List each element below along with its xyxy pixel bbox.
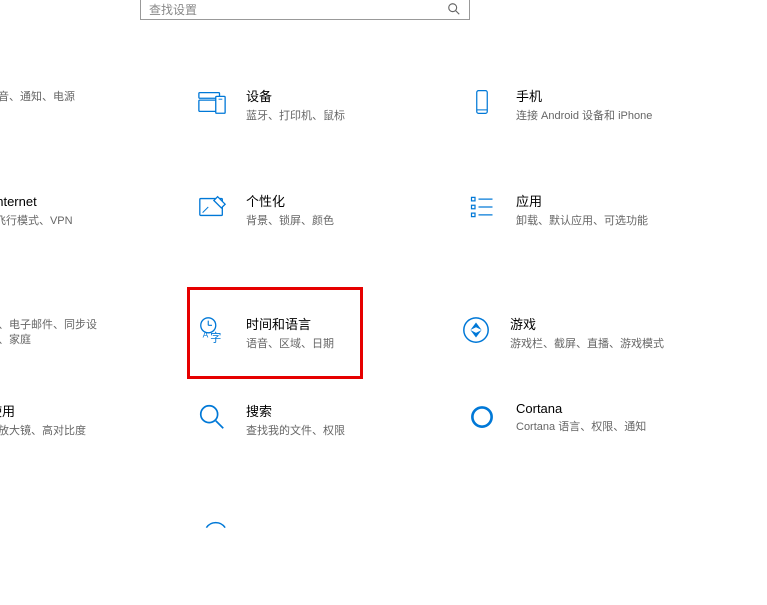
grid-row: 讼使用 人、放大镜、高对比度 搜索 查找我的文件、权限 Cortana Cort… — [0, 395, 767, 500]
devices-icon — [196, 86, 228, 118]
tile-time-language[interactable]: 字 A 时间和语言 语音、区域、日期 — [187, 287, 363, 379]
tile-partial[interactable] — [0, 500, 190, 544]
personalization-icon — [196, 191, 228, 223]
svg-text:字: 字 — [210, 330, 221, 344]
tile-desc: 语音、区域、日期 — [246, 337, 360, 352]
search-icon — [447, 2, 461, 16]
tile-accounts[interactable]: 帐户、电子邮件、同步设 工作、家庭 — [0, 290, 190, 355]
tile-title: 搜索 — [246, 401, 460, 420]
tile-cortana[interactable]: Cortana Cortana 语言、权限、通知 — [460, 395, 730, 441]
tile-gaming[interactable]: 游戏 游戏栏、截屏、直播、游戏模式 — [454, 290, 724, 358]
grid-row — [0, 500, 767, 605]
cortana-icon — [466, 401, 498, 433]
svg-text:A: A — [203, 330, 209, 340]
tile-devices[interactable]: 设备 蓝牙、打印机、鼠标 — [190, 80, 460, 130]
tile-title: 手机 — [516, 86, 730, 105]
tile-search[interactable]: 搜索 查找我的文件、权限 — [190, 395, 460, 445]
tile-desc: 蓝牙、打印机、鼠标 — [246, 109, 460, 124]
tile-desc: 、声音、通知、电源 — [0, 90, 190, 105]
tile-title: 设备 — [246, 86, 460, 105]
tile-network[interactable]: 和 Internet N、飞行模式、VPN — [0, 185, 190, 235]
privacy-icon — [196, 506, 228, 538]
search-placeholder: 查找设置 — [149, 1, 461, 18]
tile-desc: N、飞行模式、VPN — [0, 214, 190, 229]
tile-title: 和 Internet — [0, 191, 190, 210]
grid-row: 、声音、通知、电源 设备 蓝牙、打印机、鼠标 手机 连接 Android 设备和… — [0, 80, 767, 185]
tile-apps[interactable]: 应用 卸载、默认应用、可选功能 — [460, 185, 730, 235]
tile-desc: Cortana 语言、权限、通知 — [516, 420, 730, 435]
gaming-icon — [460, 314, 492, 346]
time-language-icon: 字 A — [196, 314, 228, 346]
tile-phone[interactable]: 手机 连接 Android 设备和 iPhone — [460, 80, 730, 130]
tile-title: 应用 — [516, 191, 730, 210]
tile-ease-of-access[interactable]: 讼使用 人、放大镜、高对比度 — [0, 395, 190, 445]
apps-icon — [466, 191, 498, 223]
phone-icon — [466, 86, 498, 118]
tile-title: 游戏 — [510, 314, 724, 333]
tile-title: 个性化 — [246, 191, 460, 210]
tile-desc: 卸载、默认应用、可选功能 — [516, 214, 730, 229]
tile-desc: 人、放大镜、高对比度 — [0, 424, 190, 439]
tile-title: 讼使用 — [0, 401, 190, 420]
tile-desc: 连接 Android 设备和 iPhone — [516, 109, 730, 124]
tile-system[interactable]: 、声音、通知、电源 — [0, 80, 190, 124]
search-container: 查找设置 — [140, 0, 470, 20]
tile-desc: 帐户、电子邮件、同步设 工作、家庭 — [0, 318, 190, 349]
tile-desc: 背景、锁屏、颜色 — [246, 214, 460, 229]
grid-row: 和 Internet N、飞行模式、VPN 个性化 背景、锁屏、颜色 — [0, 185, 767, 290]
tile-desc: 查找我的文件、权限 — [246, 424, 460, 439]
search-input[interactable]: 查找设置 — [140, 0, 470, 20]
grid-row: 帐户、电子邮件、同步设 工作、家庭 字 A 时间和语言 语音、区域、日期 — [0, 290, 767, 395]
search-tile-icon — [196, 401, 228, 433]
tile-desc: 游戏栏、截屏、直播、游戏模式 — [510, 337, 724, 352]
tile-title: Cortana — [516, 401, 730, 416]
tile-personalization[interactable]: 个性化 背景、锁屏、颜色 — [190, 185, 460, 235]
tile-partial[interactable] — [190, 500, 460, 544]
settings-grid: 、声音、通知、电源 设备 蓝牙、打印机、鼠标 手机 连接 Android 设备和… — [0, 80, 767, 605]
tile-title: 时间和语言 — [246, 314, 360, 333]
